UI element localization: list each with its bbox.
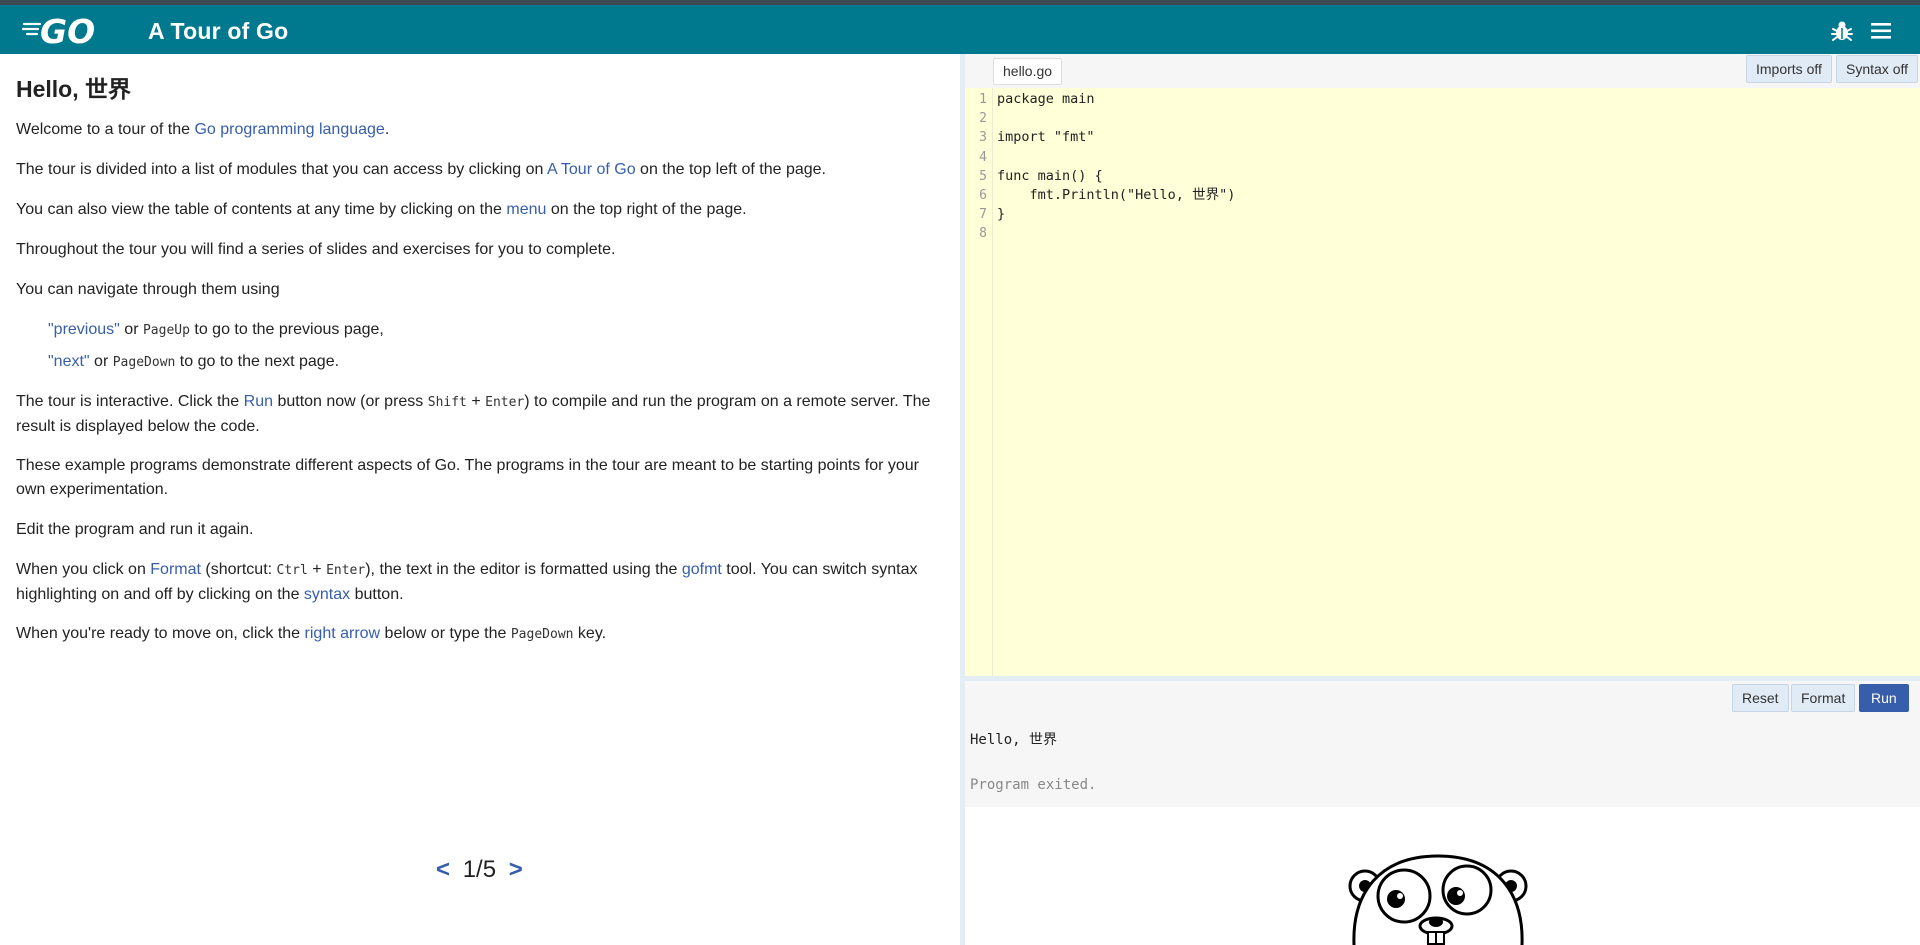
- gofmt-link[interactable]: gofmt: [682, 561, 722, 578]
- nav-instruction-previous: "previous" or PageUp to go to the previo…: [48, 318, 978, 343]
- line-number: 4: [979, 150, 987, 165]
- text: button now (or press: [273, 393, 428, 410]
- code-line[interactable]: func main() {: [997, 167, 1103, 186]
- key-shift: Shift: [427, 395, 467, 410]
- line-number: 8: [979, 226, 987, 241]
- text: The tour is interactive. Click the: [16, 393, 244, 410]
- text: on the top right of the page.: [546, 201, 747, 218]
- syntax-toggle-button[interactable]: Syntax off: [1836, 55, 1919, 83]
- page-indicator: 1/5: [462, 856, 497, 883]
- lesson-paragraph: These example programs demonstrate diffe…: [16, 457, 919, 498]
- text: or: [89, 353, 113, 370]
- text: +: [307, 561, 327, 578]
- text: to go to the previous page,: [189, 321, 384, 338]
- key-enter: Enter: [326, 563, 366, 578]
- reset-button[interactable]: Reset: [1732, 684, 1789, 712]
- file-tab-hello-go[interactable]: hello.go: [993, 58, 1063, 85]
- line-number: 3: [979, 130, 987, 145]
- line-number: 2: [979, 111, 987, 126]
- text: The tour is divided into a list of modul…: [16, 161, 547, 178]
- text: .: [384, 121, 390, 138]
- run-button[interactable]: Run: [1859, 684, 1909, 712]
- go-logo[interactable]: GO: [22, 11, 112, 47]
- key-pageup: PageUp: [142, 323, 190, 338]
- previous-page-arrow[interactable]: <: [436, 856, 450, 883]
- line-number: 5: [979, 169, 987, 184]
- lesson-pane: Hello, 世界 Welcome to a tour of the Go pr…: [0, 54, 960, 945]
- format-link[interactable]: Format: [150, 561, 201, 578]
- lesson-paragraph: When you click on Format (shortcut: Ctrl…: [16, 558, 946, 607]
- line-number: 7: [979, 207, 987, 222]
- lesson-paragraph: You can navigate through them using: [16, 281, 280, 298]
- lesson-paragraph: The tour is interactive. Click the Run b…: [16, 390, 946, 439]
- top-header-bar: GO A Tour of Go: [0, 5, 1920, 54]
- text: (shortcut:: [200, 561, 277, 578]
- tour-of-go-link[interactable]: A Tour of Go: [547, 161, 636, 178]
- logo-text: GO: [40, 12, 95, 47]
- text: Welcome to a tour of the: [16, 121, 195, 138]
- hamburger-menu-icon[interactable]: [1869, 20, 1893, 42]
- site-title-link[interactable]: A Tour of Go: [148, 18, 288, 45]
- code-line[interactable]: package main: [997, 90, 1095, 109]
- imports-toggle-button[interactable]: Imports off: [1746, 55, 1832, 83]
- page-navigator: < 1/5 >: [436, 856, 523, 886]
- previous-link[interactable]: "previous": [48, 321, 120, 338]
- right-arrow-link[interactable]: right arrow: [305, 625, 381, 642]
- lesson-paragraph: Welcome to a tour of the Go programming …: [16, 118, 946, 142]
- text: key.: [573, 625, 607, 642]
- key-pagedown: PageDown: [510, 627, 574, 642]
- bug-icon[interactable]: [1830, 19, 1854, 43]
- text: When you click on: [16, 561, 151, 578]
- run-link[interactable]: Run: [244, 393, 273, 410]
- line-number: 1: [979, 92, 987, 107]
- syntax-link[interactable]: syntax: [304, 586, 350, 603]
- code-line[interactable]: import "fmt": [997, 128, 1095, 147]
- text: to go to the next page.: [175, 353, 340, 370]
- lesson-paragraph: The tour is divided into a list of modul…: [16, 158, 946, 182]
- go-language-link[interactable]: Go programming language: [194, 121, 384, 138]
- key-pagedown: PageDown: [112, 355, 176, 370]
- program-exit-status: Program exited.: [970, 777, 1097, 793]
- text: When you're ready to move on, click the: [16, 625, 305, 642]
- text: button.: [350, 586, 404, 603]
- output-panel: [965, 717, 1920, 807]
- code-line[interactable]: fmt.Println("Hello, 世界"): [997, 186, 1236, 205]
- lesson-paragraph: You can also view the table of contents …: [16, 198, 946, 222]
- key-enter: Enter: [485, 395, 525, 410]
- menu-link[interactable]: menu: [506, 201, 546, 218]
- program-output: Hello, 世界: [970, 732, 1058, 748]
- lesson-paragraph: When you're ready to move on, click the …: [16, 622, 946, 647]
- key-ctrl: Ctrl: [276, 563, 308, 578]
- text: You can also view the table of contents …: [16, 201, 507, 218]
- next-link[interactable]: "next": [48, 353, 90, 370]
- text: ), the text in the editor is formatted u…: [365, 561, 682, 578]
- lesson-paragraph: Throughout the tour you will find a seri…: [16, 241, 616, 258]
- code-editor[interactable]: [965, 88, 1920, 676]
- gopher-mascot-image: [1348, 854, 1528, 945]
- lesson-paragraph: Edit the program and run it again.: [16, 521, 254, 538]
- text: or: [119, 321, 143, 338]
- text: on the top left of the page.: [635, 161, 826, 178]
- lesson-heading: Hello, 世界: [16, 76, 132, 102]
- text: +: [466, 393, 486, 410]
- next-page-arrow[interactable]: >: [509, 856, 523, 883]
- format-button[interactable]: Format: [1791, 684, 1856, 712]
- text: below or type the: [380, 625, 511, 642]
- code-line[interactable]: }: [997, 205, 1005, 224]
- nav-instruction-next: "next" or PageDown to go to the next pag…: [48, 350, 978, 375]
- line-number: 6: [979, 188, 987, 203]
